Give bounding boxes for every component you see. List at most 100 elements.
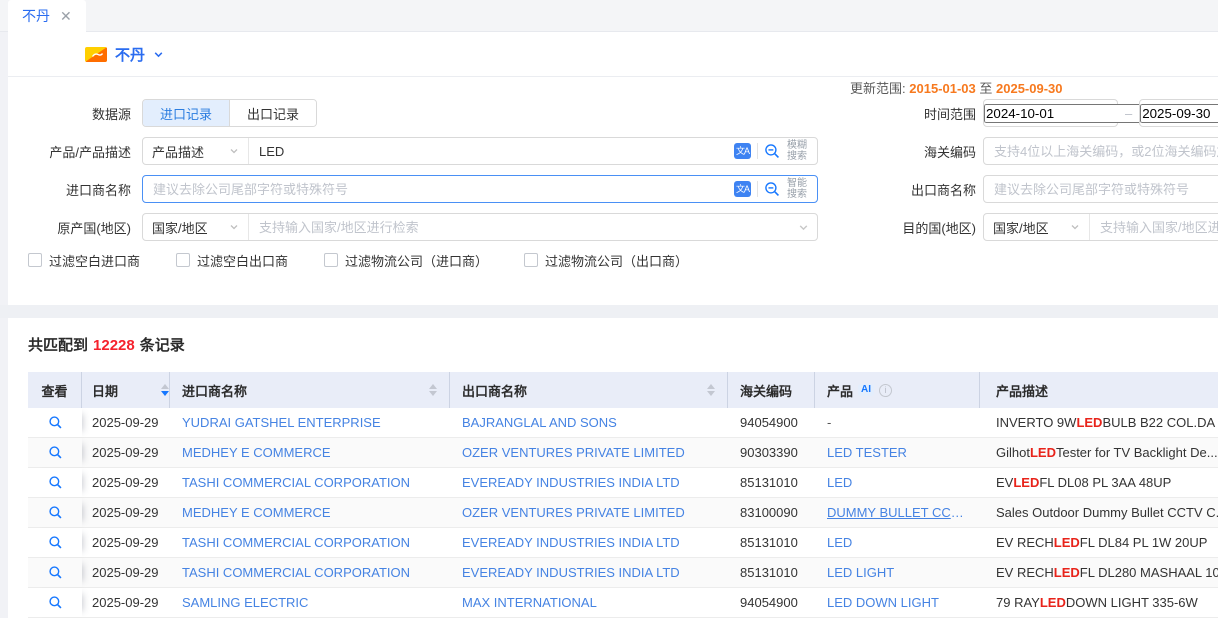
update-range-end: 2025-09-30 bbox=[996, 81, 1063, 96]
importer-link[interactable]: MEDHEY E COMMERCE bbox=[182, 505, 331, 520]
exporter-link[interactable]: EVEREADY INDUSTRIES INDIA LTD bbox=[462, 565, 680, 580]
exporter-link[interactable]: EVEREADY INDUSTRIES INDIA LTD bbox=[462, 535, 680, 550]
product-link[interactable]: LED bbox=[827, 475, 852, 490]
product-type-select[interactable]: 产品描述 bbox=[143, 138, 249, 164]
importer-link[interactable]: TASHI COMMERCIAL CORPORATION bbox=[182, 565, 410, 580]
exporter-input[interactable] bbox=[984, 176, 1218, 202]
table-row: 2025-09-29 MEDHEY E COMMERCE OZER VENTURES… bbox=[28, 498, 1218, 528]
checkbox-icon[interactable] bbox=[524, 253, 538, 267]
importer-link[interactable]: MEDHEY E COMMERCE bbox=[182, 445, 331, 460]
product-link[interactable]: LED TESTER bbox=[827, 445, 907, 460]
importer-link[interactable]: TASHI COMMERCIAL CORPORATION bbox=[182, 475, 410, 490]
hs-code-field bbox=[983, 137, 1218, 165]
translate-icon[interactable]: 文A bbox=[734, 181, 751, 197]
view-record-button[interactable] bbox=[48, 505, 63, 520]
product-link[interactable]: DUMMY BULLET CCTV... bbox=[827, 505, 968, 520]
date-cell: 2025-09-29 bbox=[82, 528, 170, 557]
importer-link[interactable]: SAMLING ELECTRIC bbox=[182, 595, 308, 610]
destination-country-input[interactable] bbox=[1090, 214, 1218, 240]
product-link[interactable]: LED DOWN LIGHT bbox=[827, 595, 939, 610]
view-record-button[interactable] bbox=[48, 475, 63, 490]
table-row: 2025-09-29TASHI COMMERCIAL CORPORATIONEV… bbox=[28, 468, 1218, 498]
exporter-link[interactable]: OZER VENTURES PRIVATE LIMITED bbox=[462, 505, 685, 520]
sort-icons[interactable] bbox=[429, 384, 437, 396]
product-desc-cell: Gilhot LED Tester for TV Backlight De... bbox=[980, 438, 1218, 467]
view-record-button[interactable] bbox=[48, 595, 63, 610]
hs-code-cell: 94054900 bbox=[728, 588, 815, 617]
view-record-button[interactable] bbox=[48, 415, 63, 430]
results-count: 共匹配到12228条记录 bbox=[28, 334, 1218, 355]
product-desc-cell: 79 RAY LED DOWN LIGHT 335-6W bbox=[980, 588, 1218, 617]
checkbox-filter-blank-exporter[interactable]: 过滤空白出口商 bbox=[176, 251, 288, 270]
exporter-link[interactable]: MAX INTERNATIONAL bbox=[462, 595, 597, 610]
magnifier-minus-icon[interactable] bbox=[764, 143, 781, 160]
column-header-2[interactable]: 进口商名称 bbox=[170, 372, 450, 408]
highlighted-keyword: LED bbox=[1054, 565, 1080, 580]
ai-badge: AI bbox=[858, 384, 874, 396]
magnifier-minus-icon[interactable] bbox=[764, 181, 781, 198]
importer-input[interactable] bbox=[143, 176, 734, 202]
tab-bhutan[interactable]: 不丹 ✕ bbox=[8, 0, 86, 32]
view-record-button[interactable] bbox=[48, 445, 63, 460]
datasource-toggle: 进口记录 出口记录 bbox=[142, 99, 317, 127]
tab-import-records[interactable]: 进口记录 bbox=[143, 100, 229, 126]
checkbox-filter-logistics-exporter[interactable]: 过滤物流公司（出口商） bbox=[524, 251, 688, 270]
chevron-down-icon[interactable] bbox=[153, 49, 164, 60]
column-header-1[interactable]: 日期 bbox=[82, 372, 170, 408]
chevron-down-icon bbox=[229, 222, 239, 232]
table-row: 2025-09-29TASHI COMMERCIAL CORPORATIONEV… bbox=[28, 558, 1218, 588]
chevron-down-icon[interactable] bbox=[798, 222, 809, 233]
column-header-3[interactable]: 出口商名称 bbox=[450, 372, 728, 408]
exporter-link[interactable]: OZER VENTURES PRIVATE LIMITED bbox=[462, 445, 685, 460]
product-link[interactable]: LED bbox=[827, 535, 852, 550]
view-record-button[interactable] bbox=[48, 535, 63, 550]
importer-link[interactable]: YUDRAI GATSHEL ENTERPRISE bbox=[182, 415, 381, 430]
sort-icons[interactable] bbox=[161, 384, 169, 396]
checkbox-icon[interactable] bbox=[176, 253, 190, 267]
view-record-button[interactable] bbox=[48, 565, 63, 580]
close-icon[interactable]: ✕ bbox=[60, 9, 72, 23]
table-row: 2025-09-29 TASHI COMMERCIAL CORPORATION EV… bbox=[28, 528, 1218, 558]
hs-code-cell: 85131010 bbox=[728, 528, 815, 557]
hs-code-cell: 83100090 bbox=[728, 498, 815, 527]
bhutan-flag-icon bbox=[85, 47, 107, 62]
page-title: 不丹 bbox=[115, 44, 145, 65]
destination-country-select[interactable]: 国家/地区 bbox=[984, 214, 1090, 240]
column-header-0: 查看 bbox=[28, 372, 82, 408]
translate-icon[interactable]: 文A bbox=[734, 143, 751, 159]
smart-search-label[interactable]: 智能搜索 bbox=[787, 178, 809, 200]
fuzzy-search-label[interactable]: 模糊搜索 bbox=[787, 140, 809, 162]
highlighted-keyword: LED bbox=[1030, 445, 1056, 460]
hs-code-label: 海关编码 bbox=[850, 142, 976, 161]
update-range-start: 2015-01-03 bbox=[909, 81, 976, 96]
end-date-input[interactable] bbox=[1140, 104, 1218, 123]
origin-country-input[interactable] bbox=[249, 214, 798, 240]
product-desc-cell: Sales Outdoor Dummy Bullet CCTV C... bbox=[980, 498, 1218, 527]
tab-export-records[interactable]: 出口记录 bbox=[229, 100, 316, 126]
origin-country-select[interactable]: 国家/地区 bbox=[143, 214, 249, 240]
checkbox-filter-blank-importer[interactable]: 过滤空白进口商 bbox=[28, 251, 140, 270]
product-search-group: 产品描述 文A 模糊搜索 bbox=[142, 137, 818, 165]
checkbox-icon[interactable] bbox=[324, 253, 338, 267]
exporter-link[interactable]: EVEREADY INDUSTRIES INDIA LTD bbox=[462, 475, 680, 490]
country-header: 不丹 bbox=[8, 32, 1218, 77]
importer-label: 进口商名称 bbox=[8, 180, 131, 199]
importer-link[interactable]: TASHI COMMERCIAL CORPORATION bbox=[182, 535, 410, 550]
exporter-link[interactable]: BAJRANGLAL AND SONS bbox=[462, 415, 617, 430]
date-cell: 2025-09-29 bbox=[82, 498, 170, 527]
chevron-down-icon bbox=[229, 146, 239, 156]
start-date-picker[interactable] bbox=[983, 99, 1118, 127]
end-date-picker[interactable] bbox=[1139, 99, 1218, 127]
product-link[interactable]: LED LIGHT bbox=[827, 565, 894, 580]
hs-code-input[interactable] bbox=[984, 138, 1218, 164]
date-cell: 2025-09-29 bbox=[82, 408, 170, 437]
info-icon[interactable]: i bbox=[879, 384, 892, 397]
chevron-down-icon bbox=[1070, 222, 1080, 232]
checkbox-icon[interactable] bbox=[28, 253, 42, 267]
panel-gap bbox=[0, 305, 1218, 318]
date-cell: 2025-09-29 bbox=[82, 588, 170, 617]
product-input[interactable] bbox=[249, 138, 734, 164]
hs-code-cell: 94054900 bbox=[728, 408, 815, 437]
sort-icons[interactable] bbox=[707, 384, 715, 396]
checkbox-filter-logistics-importer[interactable]: 过滤物流公司（进口商） bbox=[324, 251, 488, 270]
